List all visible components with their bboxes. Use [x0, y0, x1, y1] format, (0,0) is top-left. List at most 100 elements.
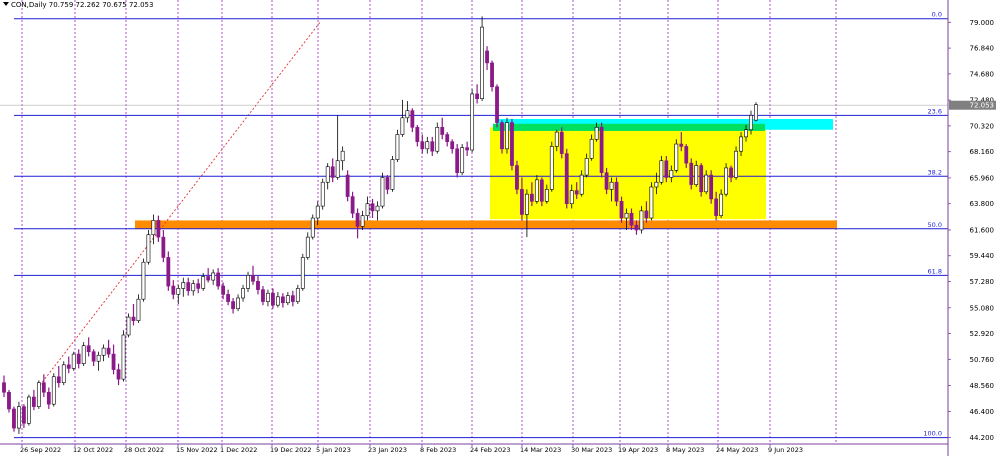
candle-body[interactable] — [375, 205, 380, 212]
candle-body[interactable] — [31, 396, 36, 407]
candle-body[interactable] — [734, 150, 738, 178]
candle-body[interactable] — [76, 353, 81, 364]
candle-body[interactable] — [231, 301, 235, 310]
candle-body[interactable] — [659, 160, 664, 183]
candle-body[interactable] — [559, 131, 564, 154]
candle-body[interactable] — [505, 122, 509, 150]
candle-body[interactable] — [420, 141, 425, 150]
candle-body[interactable] — [315, 205, 320, 219]
candle-body[interactable] — [689, 162, 694, 185]
candle-body[interactable] — [136, 298, 141, 321]
candle-body[interactable] — [450, 141, 455, 150]
candle-body[interactable] — [22, 406, 26, 424]
candle-body[interactable] — [241, 288, 245, 299]
candle-body[interactable] — [599, 127, 604, 173]
candle-body[interactable] — [261, 289, 265, 302]
candle-body[interactable] — [674, 143, 679, 171]
candle-body[interactable] — [485, 50, 489, 64]
candle-body[interactable] — [101, 347, 106, 356]
candle-body[interactable] — [594, 127, 599, 140]
candle-body[interactable] — [7, 391, 11, 410]
candle-body[interactable] — [749, 115, 753, 131]
candle-body[interactable] — [634, 224, 639, 231]
candle-body[interactable] — [91, 351, 96, 362]
candle-body[interactable] — [440, 127, 445, 135]
candle-body[interactable] — [300, 257, 305, 289]
candle-body[interactable] — [17, 406, 21, 429]
candle-body[interactable] — [490, 62, 494, 88]
candle-body[interactable] — [256, 280, 260, 290]
candle-body[interactable] — [684, 146, 689, 164]
candle-body[interactable] — [704, 174, 709, 193]
candle-body[interactable] — [71, 353, 76, 369]
candle-body[interactable] — [310, 217, 315, 238]
candle-body[interactable] — [554, 131, 559, 147]
candle-body[interactable] — [96, 354, 101, 362]
candle-body[interactable] — [729, 167, 733, 178]
candle-body[interactable] — [714, 198, 719, 216]
candle-body[interactable] — [480, 26, 484, 99]
candle-body[interactable] — [400, 117, 405, 135]
candle-body[interactable] — [520, 189, 524, 215]
candle-body[interactable] — [390, 159, 395, 190]
candle-body[interactable] — [475, 93, 480, 99]
candle-body[interactable] — [589, 138, 594, 159]
candle-body[interactable] — [579, 174, 584, 195]
candle-body[interactable] — [669, 169, 674, 178]
candle-body[interactable] — [226, 294, 231, 302]
candle-body[interactable] — [12, 408, 16, 429]
candle-body[interactable] — [126, 316, 131, 336]
candle-body[interactable] — [470, 93, 475, 151]
candle-body[interactable] — [251, 275, 255, 282]
candle-body[interactable] — [365, 203, 370, 216]
candle-body[interactable] — [629, 212, 634, 226]
candle-body[interactable] — [246, 275, 250, 289]
candle-body[interactable] — [211, 272, 216, 281]
candle-body[interactable] — [56, 376, 61, 384]
candle-body[interactable] — [51, 376, 56, 405]
candle-body[interactable] — [196, 283, 201, 289]
candle-body[interactable] — [664, 160, 669, 178]
candle-body[interactable] — [415, 127, 420, 142]
candle-body[interactable] — [206, 276, 211, 281]
candle-body[interactable] — [529, 193, 534, 202]
candle-body[interactable] — [639, 210, 644, 231]
candle-body[interactable] — [236, 297, 240, 310]
candle-body[interactable] — [186, 282, 191, 292]
candle-body[interactable] — [61, 364, 66, 384]
candle-body[interactable] — [719, 193, 724, 216]
candle-body[interactable] — [106, 347, 111, 355]
candle-body[interactable] — [624, 212, 629, 219]
candle-body[interactable] — [614, 181, 619, 202]
candle-body[interactable] — [500, 122, 504, 150]
candle-body[interactable] — [36, 382, 41, 407]
candle-body[interactable] — [430, 141, 435, 152]
candle-body[interactable] — [584, 158, 589, 176]
collapse-triangle-icon[interactable] — [3, 2, 9, 6]
candle-body[interactable] — [355, 212, 360, 227]
candle-body[interactable] — [325, 166, 330, 183]
candle-body[interactable] — [345, 174, 350, 197]
candle-body[interactable] — [619, 201, 624, 219]
candle-body[interactable] — [2, 382, 6, 393]
candle-body[interactable] — [515, 165, 519, 190]
candle-body[interactable] — [86, 345, 91, 352]
candle-body[interactable] — [510, 122, 514, 166]
candle-body[interactable] — [724, 167, 729, 195]
candle-body[interactable] — [709, 174, 714, 200]
candle-body[interactable] — [405, 110, 410, 119]
candle-body[interactable] — [131, 316, 136, 321]
candle-body[interactable] — [285, 295, 290, 304]
candle-body[interactable] — [280, 296, 285, 304]
candle-body[interactable] — [395, 134, 400, 160]
candle-body[interactable] — [649, 186, 654, 219]
candle-body[interactable] — [739, 136, 743, 152]
candle-body[interactable] — [350, 196, 355, 214]
candle-body[interactable] — [156, 220, 161, 238]
candle-body[interactable] — [191, 283, 196, 292]
candle-body[interactable] — [320, 181, 325, 207]
candle-body[interactable] — [654, 181, 659, 188]
candle-body[interactable] — [41, 382, 46, 393]
candle-body[interactable] — [335, 160, 340, 178]
candle-body[interactable] — [330, 166, 335, 178]
